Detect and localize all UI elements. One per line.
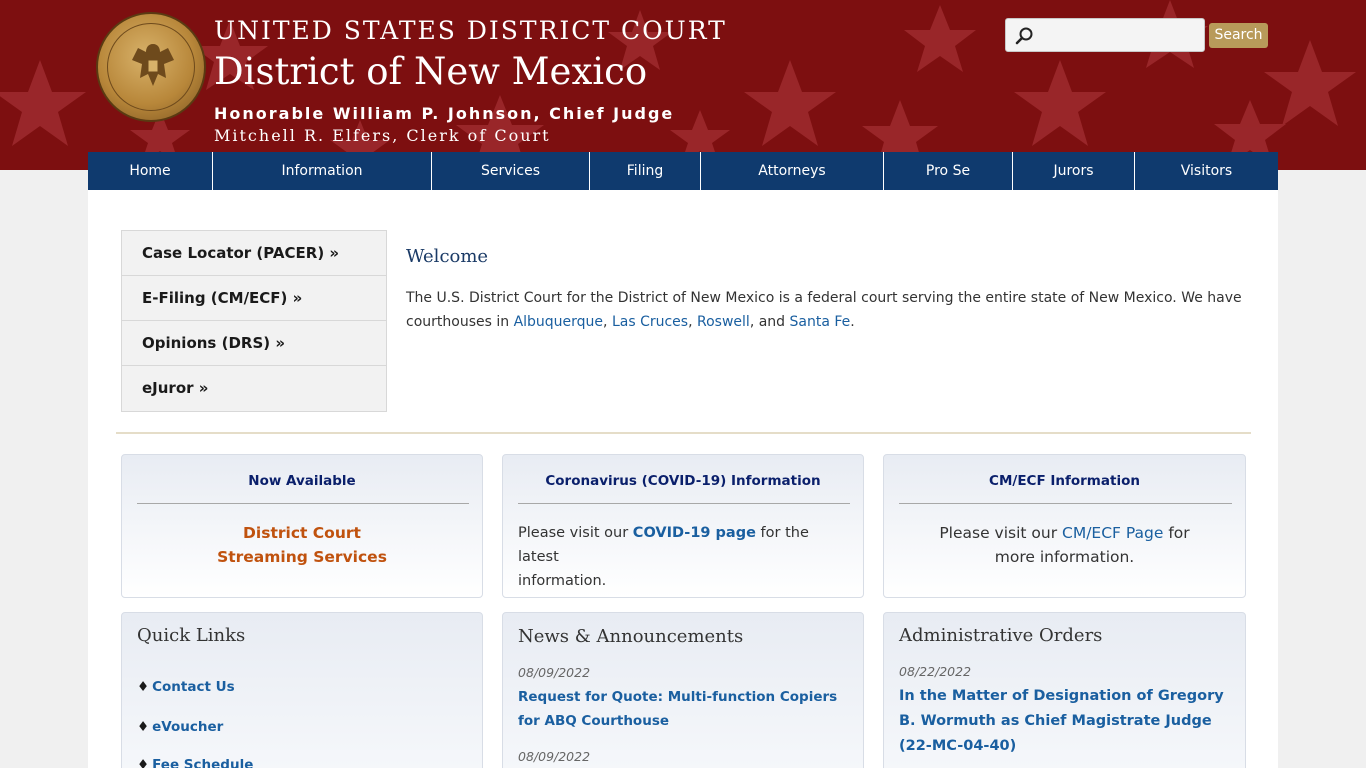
nav-filing[interactable]: Filing (590, 152, 701, 190)
card-title: Coronavirus (COVID-19) Information (545, 473, 821, 489)
sidebar-item-opinions[interactable]: Opinions (DRS) » (122, 321, 386, 366)
welcome-separator: , (603, 314, 612, 330)
news-panel: News & Announcements 08/09/2022 Request … (502, 612, 864, 768)
welcome-period: . (850, 314, 855, 330)
news-date: 08/09/2022 (518, 749, 591, 764)
court-seal-logo (96, 12, 206, 122)
cmecf-page-link[interactable]: CM/ECF Page (1062, 524, 1163, 542)
search-input[interactable] (1042, 23, 1200, 47)
card-covid: Coronavirus (COVID-19) Information Pleas… (502, 454, 864, 598)
link-albuquerque[interactable]: Albuquerque (514, 314, 603, 330)
clerk-text: Mitchell R. Elfers, Clerk of Court (214, 126, 551, 145)
nav-services[interactable]: Services (432, 152, 590, 190)
link-santa-fe[interactable]: Santa Fe (790, 314, 851, 330)
card-divider (899, 503, 1232, 504)
diamond-bullet-icon: ♦ (137, 679, 150, 695)
search-box[interactable] (1005, 18, 1205, 52)
main-navigation: Home Information Services Filing Attorne… (88, 152, 1278, 190)
quick-link-fee-schedule[interactable]: ♦ Fee Schedule (137, 757, 253, 768)
diamond-bullet-icon: ♦ (137, 719, 150, 735)
quick-links-panel: Quick Links ♦ Contact Us ♦ eVoucher ♦ Fee S… (121, 612, 483, 768)
news-date: 08/09/2022 (518, 665, 591, 680)
sidebar-item-case-locator[interactable]: Case Locator (PACER) » (122, 231, 386, 276)
card-text: information. (518, 573, 607, 589)
card-body: Please visit our COVID-19 page for the l… (518, 521, 850, 593)
eagle-icon (132, 44, 174, 86)
welcome-paragraph: The U.S. District Court for the District… (406, 286, 1246, 334)
diamond-bullet-icon: ♦ (137, 757, 150, 768)
site-header: UNITED STATES DISTRICT COURT District of… (0, 0, 1366, 170)
nav-home[interactable]: Home (88, 152, 213, 190)
order-date: 08/22/2022 (899, 664, 972, 679)
nav-information[interactable]: Information (213, 152, 432, 190)
quick-link-evoucher[interactable]: ♦ eVoucher (137, 719, 223, 735)
nav-visitors[interactable]: Visitors (1135, 152, 1278, 190)
admin-orders-title: Administrative Orders (899, 625, 1103, 646)
sidebar-menu: Case Locator (PACER) » E-Filing (CM/ECF)… (121, 230, 387, 412)
admin-orders-panel: Administrative Orders 08/22/2022 In the … (883, 612, 1246, 768)
nav-pro-se[interactable]: Pro Se (884, 152, 1013, 190)
streaming-services-link[interactable]: District Court Streaming Services (122, 521, 482, 569)
link-roswell[interactable]: Roswell (697, 314, 750, 330)
card-text: more information. (994, 548, 1135, 566)
card-text: for (1163, 524, 1190, 542)
news-link[interactable]: Request for Quote: Multi-function Copier… (518, 685, 848, 733)
card-cmecf: CM/ECF Information Please visit our CM/E… (883, 454, 1246, 598)
chief-judge-text: Honorable William P. Johnson, Chief Judg… (214, 104, 675, 123)
quick-link-label[interactable]: Contact Us (152, 679, 235, 695)
quick-link-label[interactable]: eVoucher (152, 719, 223, 735)
card-text: Please visit our (939, 524, 1063, 542)
search-button[interactable]: Search (1209, 23, 1268, 48)
card-title: CM/ECF Information (989, 473, 1140, 489)
nav-attorneys[interactable]: Attorneys (701, 152, 884, 190)
card-divider (137, 503, 469, 504)
card-divider (518, 503, 850, 504)
quick-links-title: Quick Links (137, 625, 246, 646)
order-link[interactable]: In the Matter of Designation of Gregory … (899, 684, 1232, 759)
covid-page-link[interactable]: COVID-19 page (633, 525, 756, 541)
card-title: Now Available (248, 473, 356, 489)
streaming-link-line2[interactable]: Streaming Services (122, 545, 482, 569)
nav-jurors[interactable]: Jurors (1013, 152, 1135, 190)
welcome-heading: Welcome (406, 246, 489, 267)
quick-link-contact-us[interactable]: ♦ Contact Us (137, 679, 235, 695)
news-title: News & Announcements (518, 626, 744, 647)
link-las-cruces[interactable]: Las Cruces (612, 314, 688, 330)
welcome-separator: , (688, 314, 697, 330)
streaming-link-line1[interactable]: District Court (122, 521, 482, 545)
card-text: Please visit our (518, 525, 633, 541)
sidebar-item-ejuror[interactable]: eJuror » (122, 366, 386, 411)
district-title[interactable]: District of New Mexico (214, 50, 647, 93)
card-body: Please visit our CM/ECF Page for more inf… (884, 521, 1245, 569)
card-now-available: Now Available District Court Streaming S… (121, 454, 483, 598)
court-name-line: UNITED STATES DISTRICT COURT (214, 16, 727, 45)
sidebar-item-e-filing[interactable]: E-Filing (CM/ECF) » (122, 276, 386, 321)
welcome-separator: , and (749, 314, 790, 330)
quick-link-label[interactable]: Fee Schedule (152, 757, 253, 768)
search-icon (1015, 27, 1033, 45)
section-divider (116, 432, 1251, 434)
